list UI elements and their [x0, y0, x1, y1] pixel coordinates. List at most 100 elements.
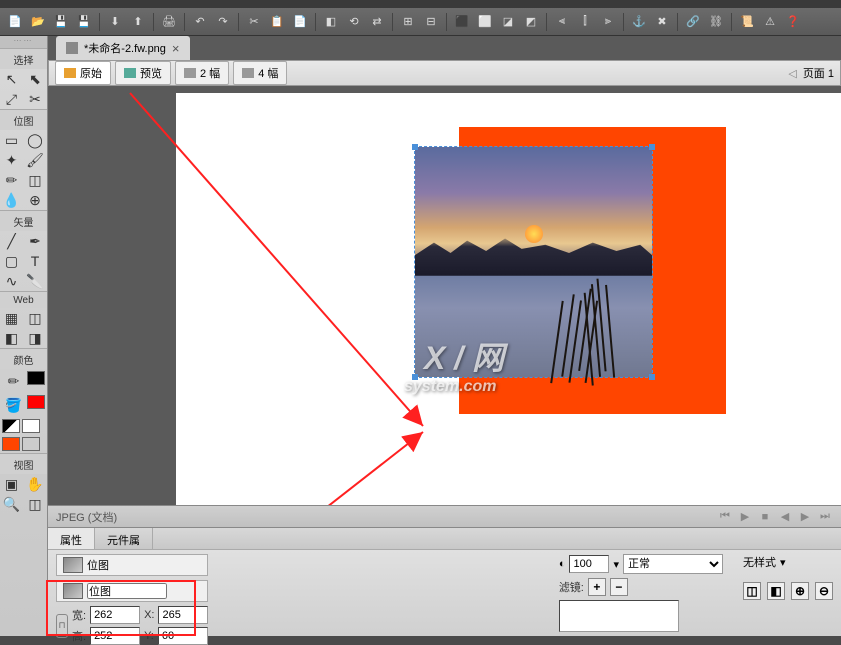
- slice-tool-icon[interactable]: ◫: [24, 308, 47, 328]
- page-indicator[interactable]: 页面 1: [803, 65, 834, 81]
- default-colors-icon[interactable]: [2, 419, 20, 433]
- view-mode-icon[interactable]: ◫: [24, 494, 47, 514]
- new-icon[interactable]: 📄: [4, 11, 26, 33]
- swatch-extra[interactable]: [22, 437, 40, 451]
- object-name-input[interactable]: [87, 583, 167, 599]
- rotate-icon[interactable]: ⟲: [343, 11, 365, 33]
- import-icon[interactable]: ⬇: [104, 11, 126, 33]
- rect-tool-icon[interactable]: ▢: [0, 251, 23, 271]
- selection-handle-se[interactable]: [649, 374, 655, 380]
- backward-icon[interactable]: ◩: [520, 11, 542, 33]
- height-input[interactable]: [90, 627, 140, 645]
- ungroup-icon[interactable]: ⊟: [420, 11, 442, 33]
- opacity-input[interactable]: [569, 555, 609, 573]
- canvas-area[interactable]: X / 网 system.com: [48, 86, 841, 505]
- pen-tool-icon[interactable]: ✒: [24, 231, 47, 251]
- wand-tool-icon[interactable]: ✦: [0, 150, 23, 170]
- style-action-2-icon[interactable]: ◧: [767, 582, 785, 600]
- prev-frame-icon[interactable]: ◀: [777, 509, 793, 525]
- scale-tool-icon[interactable]: ⤢: [0, 89, 23, 109]
- view-tab-2up[interactable]: 2 幅: [175, 61, 229, 85]
- blend-mode-select[interactable]: 正常: [623, 554, 723, 574]
- stroke-color-icon[interactable]: ✏: [2, 371, 25, 391]
- x-input[interactable]: [158, 606, 208, 624]
- panel-handle[interactable]: ⋯⋯: [0, 36, 47, 48]
- tab-properties[interactable]: 属性: [48, 528, 95, 549]
- lasso-tool-icon[interactable]: ◯: [24, 130, 47, 150]
- width-input[interactable]: [90, 606, 140, 624]
- line-tool-icon[interactable]: ╱: [0, 231, 23, 251]
- stroke-swatch[interactable]: [27, 371, 45, 385]
- view-tab-4up[interactable]: 4 幅: [233, 61, 287, 85]
- redo-icon[interactable]: ↷: [212, 11, 234, 33]
- remove-filter-button[interactable]: −: [610, 578, 628, 596]
- flip-icon[interactable]: ⇄: [366, 11, 388, 33]
- style-action-4-icon[interactable]: ⊖: [815, 582, 833, 600]
- script-icon[interactable]: 📜: [736, 11, 758, 33]
- save-icon[interactable]: 💾: [50, 11, 72, 33]
- undo-icon[interactable]: ↶: [189, 11, 211, 33]
- freeform-tool-icon[interactable]: ∿: [0, 271, 23, 291]
- style-action-3-icon[interactable]: ⊕: [791, 582, 809, 600]
- document-tab[interactable]: *未命名-2.fw.png ×: [56, 36, 190, 60]
- forward-icon[interactable]: ◪: [497, 11, 519, 33]
- view-tab-original[interactable]: 原始: [55, 61, 111, 85]
- send-back-icon[interactable]: ⬜: [474, 11, 496, 33]
- stop-icon[interactable]: ■: [757, 509, 773, 525]
- style-dropdown-icon[interactable]: ▾: [780, 556, 786, 569]
- text-tool-icon[interactable]: T: [24, 251, 47, 271]
- blur-tool-icon[interactable]: 💧: [0, 190, 23, 210]
- swap-colors-icon[interactable]: [2, 437, 20, 451]
- brush-tool-icon[interactable]: 🖌: [24, 150, 47, 170]
- pointer-tool-icon[interactable]: ↖: [0, 69, 23, 89]
- knife-tool-icon[interactable]: 🔪: [24, 271, 47, 291]
- help-icon[interactable]: ❓: [782, 11, 804, 33]
- align-left-icon[interactable]: ⫷: [551, 11, 573, 33]
- fill-color-icon[interactable]: 🪣: [2, 395, 25, 415]
- add-filter-button[interactable]: +: [588, 578, 606, 596]
- selection-handle-ne[interactable]: [649, 144, 655, 150]
- zoom-tool-icon[interactable]: 🔍: [0, 494, 23, 514]
- copy-icon[interactable]: 📋: [266, 11, 288, 33]
- show-slice-icon[interactable]: ◨: [24, 328, 47, 348]
- play-icon[interactable]: ▶: [737, 509, 753, 525]
- save-all-icon[interactable]: 💾: [73, 11, 95, 33]
- align-center-icon[interactable]: ⫿: [574, 11, 596, 33]
- view-tab-preview[interactable]: 预览: [115, 61, 171, 85]
- delete-icon[interactable]: ✖: [651, 11, 673, 33]
- anchor-icon[interactable]: ⚓: [628, 11, 650, 33]
- next-frame-icon[interactable]: ▶: [797, 509, 813, 525]
- canvas-page[interactable]: X / 网 system.com: [176, 93, 841, 505]
- crop-tool-icon[interactable]: ✂: [24, 89, 47, 109]
- stamp-tool-icon[interactable]: ⊕: [24, 190, 47, 210]
- screen-mode-icon[interactable]: ▣: [0, 474, 23, 494]
- tab-symbol-props[interactable]: 元件属: [95, 528, 153, 549]
- fill-swatch[interactable]: [27, 395, 45, 409]
- page-nav-icon[interactable]: ◁: [788, 67, 796, 80]
- paste-icon[interactable]: 📄: [289, 11, 311, 33]
- hide-slice-icon[interactable]: ◧: [0, 328, 23, 348]
- style-action-1-icon[interactable]: ◫: [743, 582, 761, 600]
- hand-tool-icon[interactable]: ✋: [24, 474, 47, 494]
- first-frame-icon[interactable]: ⏮: [717, 509, 733, 525]
- y-input[interactable]: [158, 627, 208, 645]
- close-tab-icon[interactable]: ×: [172, 41, 180, 56]
- print-icon[interactable]: 🖨: [158, 11, 180, 33]
- opacity-dropdown-icon[interactable]: ▾: [613, 558, 619, 571]
- eraser-tool-icon[interactable]: ◫: [24, 170, 47, 190]
- bring-front-icon[interactable]: ⬛: [451, 11, 473, 33]
- align-right-icon[interactable]: ⫸: [597, 11, 619, 33]
- constrain-proportions-icon[interactable]: ⊓: [56, 614, 68, 638]
- marquee-tool-icon[interactable]: ▭: [0, 130, 23, 150]
- transform-icon[interactable]: ◧: [320, 11, 342, 33]
- warning-icon[interactable]: ⚠: [759, 11, 781, 33]
- open-icon[interactable]: 📂: [27, 11, 49, 33]
- export-icon[interactable]: ⬆: [127, 11, 149, 33]
- link-icon[interactable]: 🔗: [682, 11, 704, 33]
- subselect-tool-icon[interactable]: ⬉: [24, 69, 47, 89]
- hotspot-tool-icon[interactable]: ▦: [0, 308, 23, 328]
- last-frame-icon[interactable]: ⏭: [817, 509, 833, 525]
- break-link-icon[interactable]: ⛓: [705, 11, 727, 33]
- no-color-icon[interactable]: [22, 419, 40, 433]
- filters-list[interactable]: [559, 600, 679, 632]
